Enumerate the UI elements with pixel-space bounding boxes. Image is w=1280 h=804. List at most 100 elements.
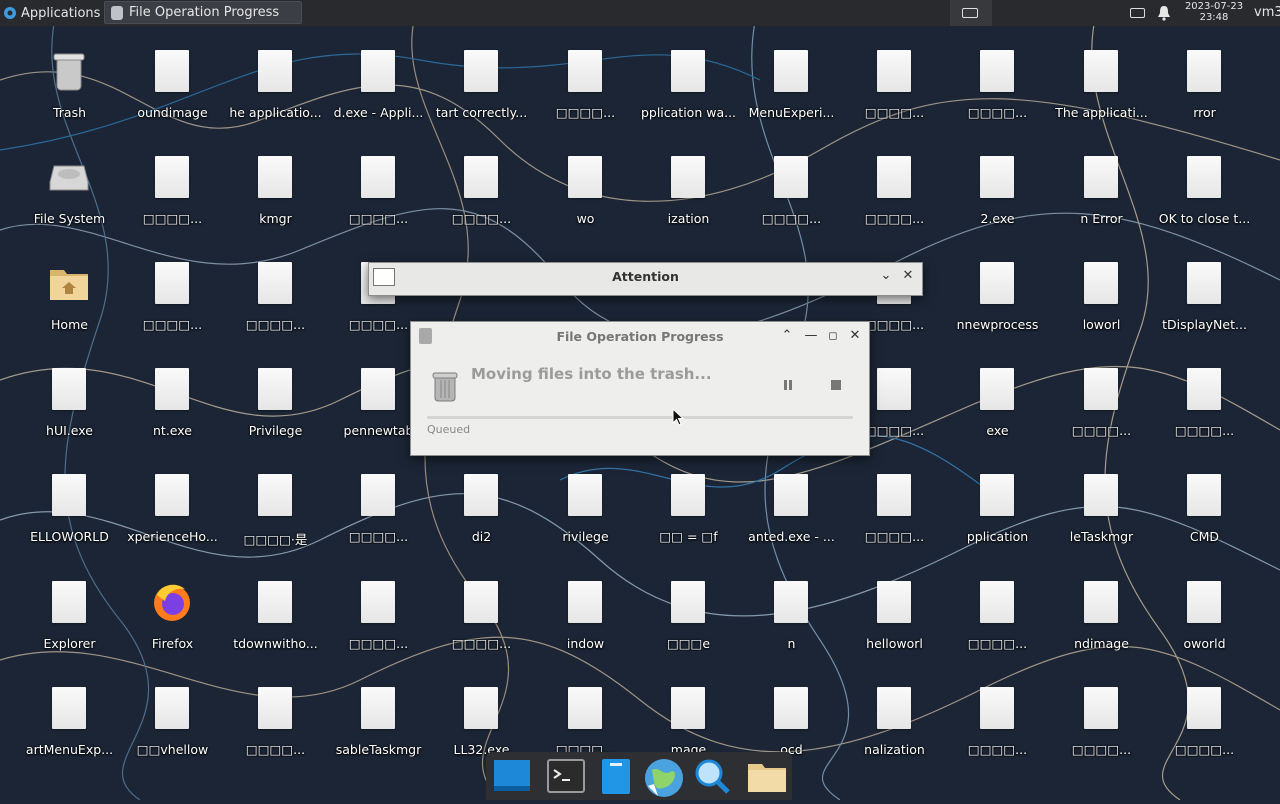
desktop-icon[interactable]: tdownwitho... <box>224 557 327 657</box>
desktop-icon[interactable]: MenuExperi... <box>740 26 843 126</box>
desktop-icon[interactable]: □□□□... <box>327 450 430 550</box>
desktop-icon[interactable]: oundimage <box>121 26 224 126</box>
desktop-icon[interactable]: xperienceHo... <box>121 450 224 550</box>
minimize-icon[interactable]: — <box>803 328 819 344</box>
desktop-icon[interactable]: □□□□... <box>1153 663 1256 763</box>
user-menu[interactable]: vm3 <box>1254 5 1280 20</box>
file-manager-icon[interactable] <box>596 756 636 796</box>
desktop-icon[interactable]: □□□□... <box>843 26 946 126</box>
desktop-icon[interactable]: □□□□... <box>946 26 1049 126</box>
desktop-icon[interactable]: Privilege <box>224 344 327 444</box>
desktop-icon[interactable]: □□□□... <box>1050 344 1153 444</box>
desktop-icon[interactable]: n <box>740 557 843 657</box>
keyboard-layout-indicator[interactable] <box>950 0 992 26</box>
desktop-icon[interactable]: Explorer <box>18 557 121 657</box>
desktop-icon[interactable]: ization <box>637 132 740 232</box>
desktop-icon[interactable]: □□□□·是 <box>224 450 327 550</box>
chevron-up-icon[interactable]: ⌃ <box>779 328 795 344</box>
desktop-icon[interactable]: nalization <box>843 663 946 763</box>
desktop-icon[interactable]: loworl <box>1050 238 1153 338</box>
desktop-icon[interactable]: □□□□... <box>121 238 224 338</box>
desktop-icon[interactable]: □□□□... <box>121 132 224 232</box>
search-icon[interactable] <box>692 756 732 796</box>
applications-menu[interactable]: Applications <box>2 0 100 26</box>
desktop-icon[interactable]: leTaskmgr <box>1050 450 1153 550</box>
desktop-icon[interactable]: nnewprocess <box>946 238 1049 338</box>
desktop-icon-label: n <box>787 636 796 651</box>
desktop-icon[interactable]: helloworl <box>843 557 946 657</box>
desktop-icon[interactable]: CMD <box>1153 450 1256 550</box>
desktop-icon[interactable]: ELLOWORLD <box>18 450 121 550</box>
desktop-icon[interactable]: □□□□... <box>1153 344 1256 444</box>
taskbar-item-file-operation[interactable]: File Operation Progress <box>104 1 302 24</box>
desktop-icon[interactable]: anted.exe - ... <box>740 450 843 550</box>
desktop-icon[interactable]: hUI.exe <box>18 344 121 444</box>
maximize-icon[interactable]: ◻ <box>825 328 841 344</box>
desktop-icon[interactable]: nt.exe <box>121 344 224 444</box>
desktop-icon[interactable]: Trash <box>18 26 121 126</box>
desktop-icon[interactable]: rivilege <box>534 450 637 550</box>
folder-icon[interactable] <box>746 756 786 796</box>
clock[interactable]: 2023-07-23 23:48 <box>1184 1 1244 23</box>
desktop-icon[interactable]: □□□□... <box>740 132 843 232</box>
desktop-icon[interactable]: □□□□... <box>843 450 946 550</box>
desktop-icon[interactable]: □□□e <box>637 557 740 657</box>
chevron-down-icon[interactable]: ⌄ <box>878 268 894 284</box>
pause-icon[interactable] <box>781 378 795 392</box>
desktop-icon[interactable]: □□□□... <box>224 663 327 763</box>
stop-icon[interactable] <box>829 378 843 392</box>
desktop-icon[interactable]: □□□□... <box>946 663 1049 763</box>
document-icon <box>877 581 911 623</box>
desktop-icon[interactable]: tart correctly... <box>430 26 533 126</box>
close-icon[interactable]: ✕ <box>900 268 916 284</box>
desktop-icon[interactable]: mage <box>637 663 740 763</box>
desktop-icon[interactable]: □□vhellow <box>121 663 224 763</box>
close-icon[interactable]: ✕ <box>847 328 863 344</box>
desktop-icon[interactable]: 2.exe <box>946 132 1049 232</box>
desktop-icon[interactable]: sableTaskmgr <box>327 663 430 763</box>
desktop-icon[interactable]: d.exe - Appli... <box>327 26 430 126</box>
desktop-icon[interactable]: □□□□... <box>430 557 533 657</box>
desktop-icon[interactable]: tDisplayNet... <box>1153 238 1256 338</box>
desktop-icon[interactable]: di2 <box>430 450 533 550</box>
desktop-icon[interactable]: ndimage <box>1050 557 1153 657</box>
file-operation-window[interactable]: File Operation Progress ⌃ — ◻ ✕ Moving f… <box>410 321 870 456</box>
desktop-icon[interactable]: ocd <box>740 663 843 763</box>
desktop-icon[interactable]: □□□□... <box>224 238 327 338</box>
terminal-icon[interactable] <box>546 756 586 796</box>
attention-window[interactable]: Attention ⌄ ✕ <box>368 262 923 296</box>
desktop-icon[interactable]: □□□□... <box>843 132 946 232</box>
desktop-icon-label: oundimage <box>137 105 208 120</box>
web-browser-icon[interactable] <box>642 756 683 797</box>
desktop-icon[interactable]: artMenuExp... <box>18 663 121 763</box>
desktop-icon[interactable]: □□□□... <box>1050 663 1153 763</box>
desktop-icon[interactable]: □□□□... <box>534 26 637 126</box>
notification-bell-icon[interactable] <box>1157 5 1171 21</box>
desktop-icon[interactable]: File System <box>18 132 121 232</box>
desktop-icon[interactable]: pplication <box>946 450 1049 550</box>
desktop-icon[interactable]: wo <box>534 132 637 232</box>
desktop-icon[interactable]: □□□□... <box>430 132 533 232</box>
desktop-icon[interactable]: □□□□... <box>327 557 430 657</box>
desktop-icon[interactable]: n Error <box>1050 132 1153 232</box>
desktop-icon[interactable]: The applicati... <box>1050 26 1153 126</box>
desktop-icon[interactable]: he applicatio... <box>224 26 327 126</box>
desktop-icon-label: artMenuExp... <box>25 742 114 757</box>
desktop-icon[interactable]: OK to close t... <box>1153 132 1256 232</box>
desktop-icon[interactable]: Firefox <box>121 557 224 657</box>
desktop-icon-label: tDisplayNet... <box>1162 317 1247 332</box>
desktop-icon[interactable]: indow <box>534 557 637 657</box>
desktop-icon[interactable]: pplication wa... <box>637 26 740 126</box>
battery-icon[interactable] <box>1130 8 1145 18</box>
desktop-icon[interactable]: □□□□... <box>327 132 430 232</box>
desktop-icon[interactable]: oworld <box>1153 557 1256 657</box>
desktop-icon[interactable]: □□□□... <box>534 663 637 763</box>
desktop-icon[interactable]: kmgr <box>224 132 327 232</box>
show-desktop-icon[interactable] <box>492 756 532 796</box>
desktop-icon[interactable]: LL32.exe <box>430 663 533 763</box>
desktop-icon[interactable]: Home <box>18 238 121 338</box>
desktop-icon[interactable]: exe <box>946 344 1049 444</box>
desktop-icon[interactable]: rror <box>1153 26 1256 126</box>
desktop-icon[interactable]: □□ = □f <box>637 450 740 550</box>
desktop-icon[interactable]: □□□□... <box>946 557 1049 657</box>
